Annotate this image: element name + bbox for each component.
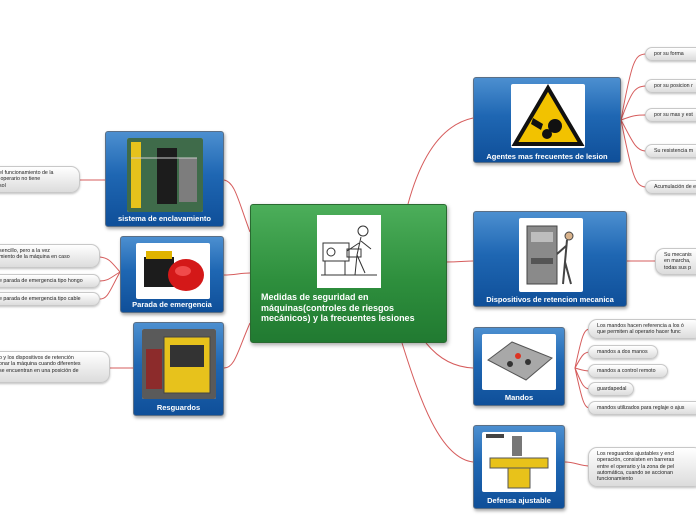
press-machine-icon	[519, 218, 583, 292]
node-agentes-label: Agentes mas frecuentes de lesion	[486, 152, 608, 161]
control-panel-icon	[482, 334, 556, 390]
node-mandos-label: Mandos	[504, 393, 534, 402]
leaf-agentes-4[interactable]: Su resistencia m	[645, 144, 696, 158]
leaf-agentes-1[interactable]: por su forma	[645, 47, 696, 61]
leaf-agentes-5[interactable]: Acumulación de e	[645, 180, 696, 194]
node-parada[interactable]: Parada de emergencia	[120, 236, 224, 313]
node-mandos[interactable]: Mandos	[473, 327, 565, 406]
leaf-resguardos-1[interactable]: o y los dispositivos de retención onar l…	[0, 351, 110, 383]
node-resguardos-label: Resguardos	[156, 403, 201, 412]
leaf-enclavamiento-1[interactable]: el funcionamiento de la operario no tien…	[0, 166, 80, 193]
node-agentes[interactable]: Agentes mas frecuentes de lesion	[473, 77, 621, 163]
warning-sign-icon	[511, 84, 585, 148]
mind-map-canvas: Medidas de seguridad en máquinas(control…	[0, 0, 696, 520]
node-parada-label: Parada de emergencia	[132, 300, 212, 309]
leaf-mandos-2[interactable]: mandos a dos manos	[588, 345, 658, 359]
node-enclavamiento-label: sistema de enclavamiento	[118, 214, 211, 223]
leaf-defensa-1[interactable]: Los resguardos ajustables y encl operaci…	[588, 447, 696, 487]
node-dispositivos[interactable]: Dispositivos de retencion mecanica	[473, 211, 627, 307]
milling-machine-icon	[482, 432, 556, 492]
central-topic[interactable]: Medidas de seguridad en máquinas(control…	[250, 204, 447, 343]
node-defensa-label: Defensa ajustable	[487, 496, 551, 505]
leaf-parada-2[interactable]: e parada de emergencia tipo hongo	[0, 274, 100, 288]
node-dispositivos-label: Dispositivos de retencion mecanica	[486, 295, 614, 304]
leaf-agentes-2[interactable]: por su posicion r	[645, 79, 696, 93]
node-enclavamiento[interactable]: sistema de enclavamiento	[105, 131, 224, 227]
leaf-mandos-1[interactable]: Los mandos hacen referencia a los ó que …	[588, 319, 696, 339]
leaf-mandos-4[interactable]: guardapedal	[588, 382, 634, 396]
central-topic-title: Medidas de seguridad en máquinas(control…	[261, 292, 415, 323]
emergency-stop-button-icon	[136, 243, 210, 299]
machine-guard-icon	[142, 329, 216, 399]
leaf-mandos-3[interactable]: mandos a control remoto	[588, 364, 668, 378]
node-resguardos[interactable]: Resguardos	[133, 322, 224, 416]
operator-machine-illustration	[317, 215, 381, 288]
leaf-mandos-5[interactable]: mandos utilizados para reglaje o ajus	[588, 401, 696, 415]
enclosure-gate-icon	[127, 138, 203, 212]
leaf-dispositivos-1[interactable]: Su mecanis en marcha, todas sus p	[655, 248, 696, 275]
leaf-agentes-3[interactable]: por su mas y est	[645, 108, 696, 122]
node-defensa[interactable]: Defensa ajustable	[473, 425, 565, 509]
leaf-parada-1[interactable]: sencillo, pero a la vez miento de la máq…	[0, 244, 100, 268]
leaf-parada-3[interactable]: e parada de emergencia tipo cable	[0, 292, 100, 306]
